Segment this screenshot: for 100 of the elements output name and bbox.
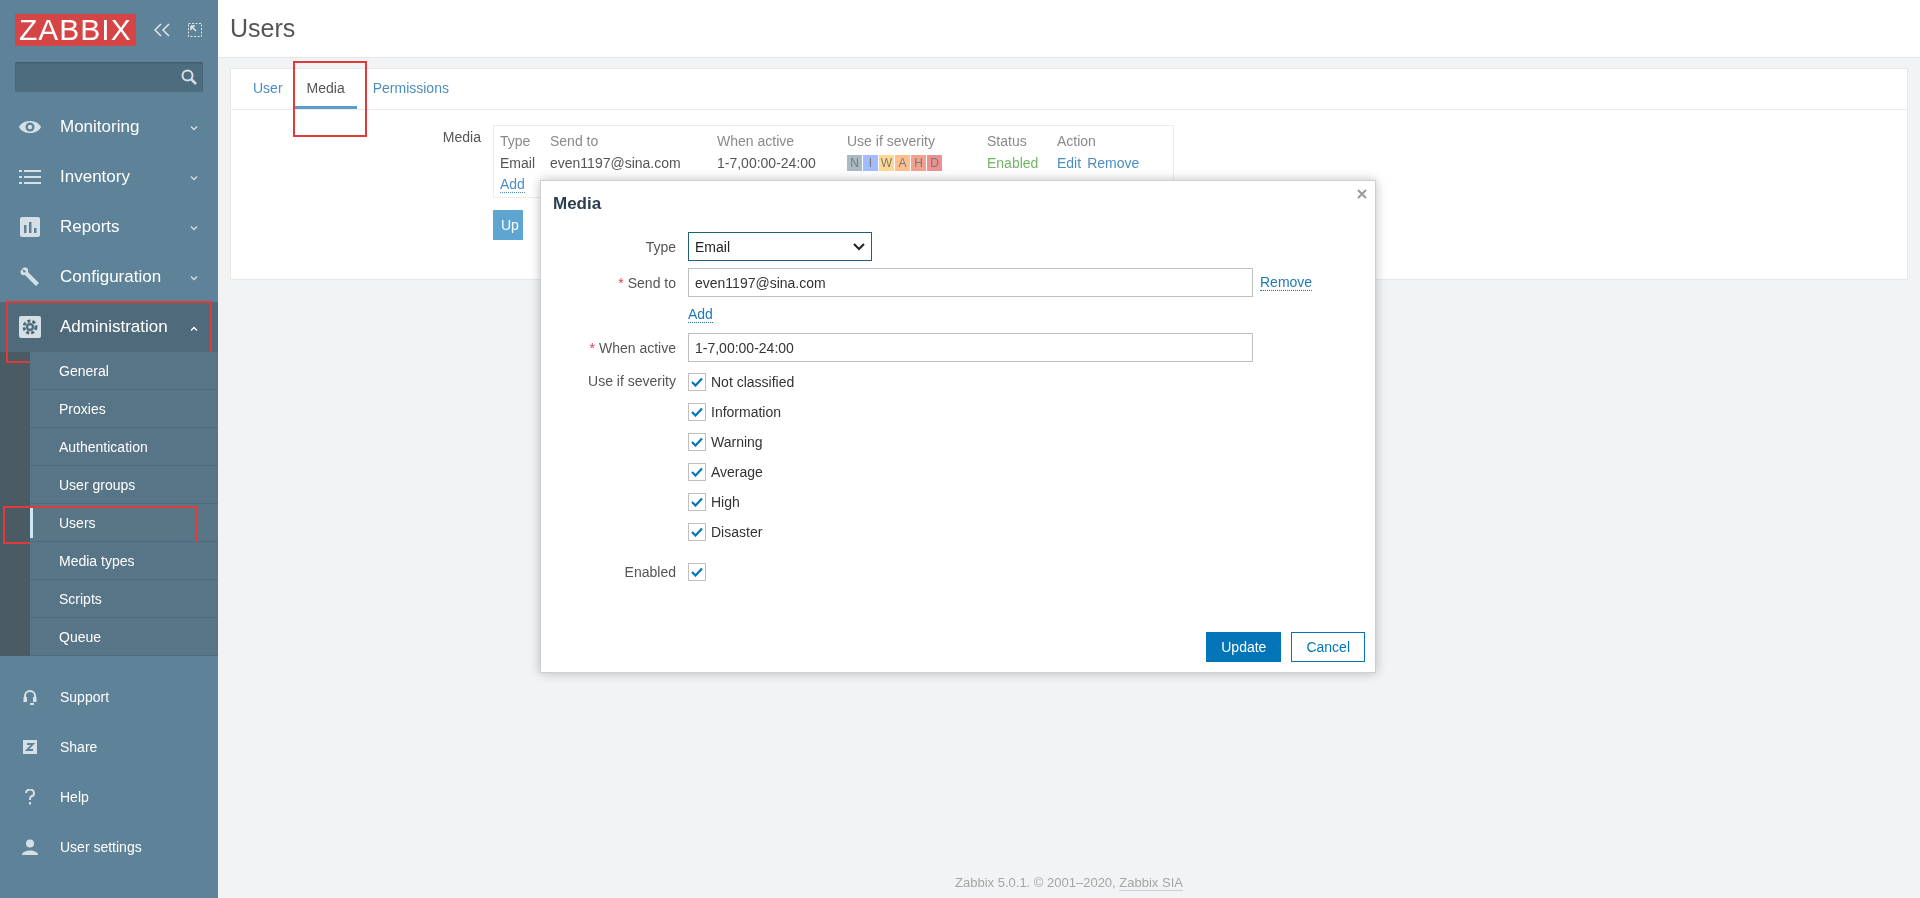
menu-item[interactable]: User settings — [0, 822, 218, 872]
submenu-item[interactable]: Scripts — [30, 580, 218, 618]
checkmark-icon — [691, 527, 703, 537]
checkbox[interactable] — [688, 563, 706, 581]
severity-badge: A — [895, 155, 910, 171]
menu-item[interactable]: Support — [0, 672, 218, 722]
z-square-icon — [23, 740, 37, 754]
checkbox[interactable] — [688, 463, 706, 481]
table-cell-text: even1197@sina.com — [550, 155, 682, 171]
action-link[interactable]: Remove — [1087, 155, 1140, 171]
menu-item[interactable]: Help — [0, 772, 218, 822]
update-button[interactable]: Up — [493, 210, 523, 240]
wrench-icon — [19, 266, 41, 288]
cancel-button[interactable]: Cancel — [1291, 632, 1365, 662]
checkmark-icon — [691, 407, 703, 417]
field-label: Enabled — [623, 564, 677, 580]
severity-badge: I — [863, 155, 878, 171]
chevron-down-icon — [190, 176, 198, 181]
field-label: Type — [644, 238, 677, 255]
severity-badge: D — [927, 155, 942, 171]
when-active-field[interactable]: 1-7,00:00-24:00 — [688, 333, 1253, 362]
checkbox[interactable] — [688, 433, 706, 451]
menu-item[interactable]: Administration — [0, 302, 218, 352]
severity-badge: N — [847, 155, 862, 171]
severity-badge: W — [879, 155, 894, 171]
question-mark-icon — [25, 789, 35, 805]
search-field[interactable] — [15, 62, 203, 92]
eye-icon — [18, 119, 42, 135]
field-label: Media — [441, 128, 482, 147]
checkmark-icon — [691, 377, 703, 387]
checkbox-label: Disaster — [711, 524, 763, 540]
column-header: When active — [717, 133, 796, 149]
column-header: Send to — [550, 133, 600, 149]
update-button[interactable]: Update — [1206, 632, 1282, 662]
field-label: Use if severity — [587, 373, 677, 389]
submenu-item[interactable]: Proxies — [30, 390, 218, 428]
checkbox[interactable] — [688, 373, 706, 391]
checkbox-label: High — [711, 494, 740, 510]
chevron-down-icon — [853, 242, 865, 251]
checkbox[interactable] — [688, 523, 706, 541]
column-header: Status — [987, 133, 1028, 149]
menu-label: Support — [60, 689, 110, 705]
severity-badge: H — [911, 155, 926, 171]
submenu-item[interactable]: Queue — [30, 618, 218, 656]
submenu-item[interactable]: General — [30, 352, 218, 390]
menu-label: Share — [60, 739, 98, 755]
checkmark-icon — [691, 567, 703, 577]
checkmark-icon — [691, 497, 703, 507]
add-link[interactable]: Add — [688, 306, 713, 323]
checkbox-label: Not classified — [711, 374, 795, 390]
tab[interactable]: Media — [294, 69, 357, 109]
checkbox-label: Warning — [711, 434, 763, 450]
list-icon — [19, 169, 41, 185]
checkbox-label: Average — [711, 464, 763, 480]
column-header: Action — [1057, 133, 1097, 149]
menu-label: User settings — [60, 839, 142, 855]
menu-item[interactable]: Reports — [0, 202, 218, 252]
submenu-item[interactable]: User groups — [30, 466, 218, 504]
table-cell-text: Email — [500, 155, 536, 171]
submenu-item[interactable]: Users — [30, 504, 218, 542]
column-header: Use if severity — [847, 133, 936, 149]
submenu-item[interactable]: Media types — [30, 542, 218, 580]
footer-text: Zabbix 5.0.1. © 2001–2020, Zabbix SIA — [954, 875, 1184, 893]
selection-bar — [30, 506, 33, 538]
chevron-down-icon — [190, 126, 198, 131]
user-icon — [22, 839, 38, 855]
add-link[interactable]: Add — [500, 176, 525, 193]
menu-item[interactable]: Inventory — [0, 152, 218, 202]
collapse-icon[interactable] — [153, 23, 170, 37]
send-to-field[interactable]: even1197@sina.com — [688, 268, 1253, 297]
menu-item[interactable]: Configuration — [0, 252, 218, 302]
status-text: Enabled — [987, 155, 1040, 171]
tab[interactable]: User — [241, 69, 295, 109]
chevron-down-icon — [190, 226, 198, 231]
menu-label: Help — [60, 789, 89, 805]
field-label: * Send to — [617, 274, 677, 291]
checkmark-icon — [691, 467, 703, 477]
page-title: Users — [230, 14, 296, 43]
chevron-down-icon — [190, 276, 198, 281]
column-header: Type — [500, 133, 532, 149]
field-label: * When active — [588, 339, 677, 356]
checkbox[interactable] — [688, 493, 706, 511]
tab[interactable]: Permissions — [356, 69, 461, 109]
checkmark-icon — [691, 437, 703, 447]
checkbox[interactable] — [688, 403, 706, 421]
table-cell-text: 1-7,00:00-24:00 — [717, 155, 817, 171]
submenu-item[interactable]: Authentication — [30, 428, 218, 466]
type-select[interactable]: Email — [688, 232, 872, 261]
fullscreen-icon[interactable] — [187, 23, 202, 37]
logo[interactable]: ZABBIX — [15, 14, 136, 46]
dialog-title: Media — [553, 194, 602, 214]
action-link[interactable]: Edit — [1057, 155, 1082, 171]
remove-link[interactable]: Remove — [1260, 274, 1313, 291]
headset-icon — [23, 689, 37, 705]
search-icon — [181, 69, 197, 85]
checkbox-label: Information — [711, 404, 782, 420]
menu-item[interactable]: Share — [0, 722, 218, 772]
bar-chart-icon — [20, 217, 40, 237]
gear-icon — [19, 316, 41, 338]
menu-item[interactable]: Monitoring — [0, 102, 218, 152]
